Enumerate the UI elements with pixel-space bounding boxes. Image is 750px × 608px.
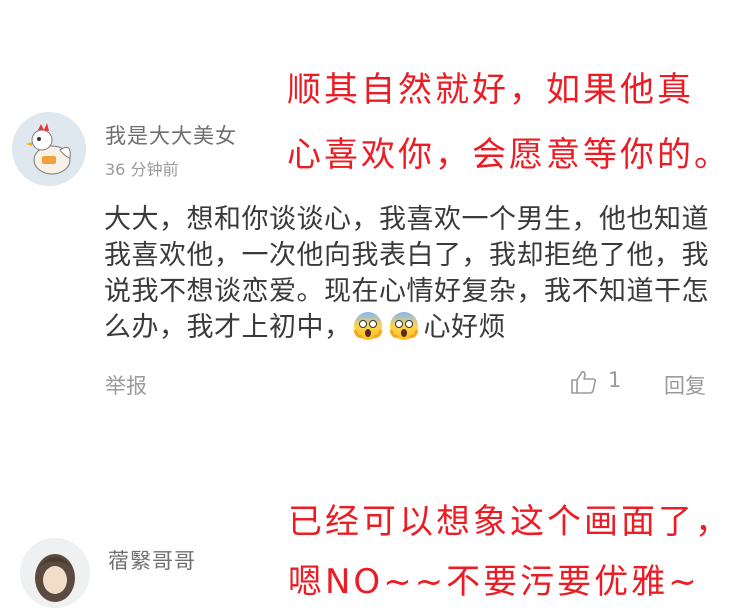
comment-body: 大大，想和你谈谈心，我喜欢一个男生，他也知道我喜欢他，一次他向我表白了，我却拒绝…	[104, 202, 724, 352]
avatar[interactable]	[20, 538, 90, 608]
scream-emoji-icon	[352, 310, 384, 352]
overlay-text-line-2: 心喜欢你，会愿意等你的。	[287, 135, 731, 175]
comment-username[interactable]: 蓿繄哥哥	[108, 545, 196, 575]
reply-button[interactable]: 回复	[664, 370, 706, 400]
girl-avatar-icon	[20, 538, 90, 608]
comment-username[interactable]: 我是大大美女	[105, 120, 237, 150]
overlay-text-line-3: 已经可以想象这个画面了，	[288, 502, 732, 542]
report-button[interactable]: 举报	[105, 370, 147, 400]
overlay-text-line-1: 顺其自然就好，如果他真	[287, 70, 694, 110]
like-button[interactable]: 1	[570, 368, 640, 396]
thumbs-up-icon	[570, 369, 598, 399]
scream-emoji-icon	[388, 310, 420, 352]
like-count: 1	[608, 368, 622, 392]
overlay-text-line-4: 嗯NO~~不要污要优雅~	[288, 562, 700, 602]
avatar[interactable]	[12, 112, 86, 186]
chicken-avatar-icon	[12, 112, 86, 186]
comment-timestamp: 36 分钟前	[105, 160, 179, 179]
comment-text-tail: 心好烦	[423, 312, 506, 343]
